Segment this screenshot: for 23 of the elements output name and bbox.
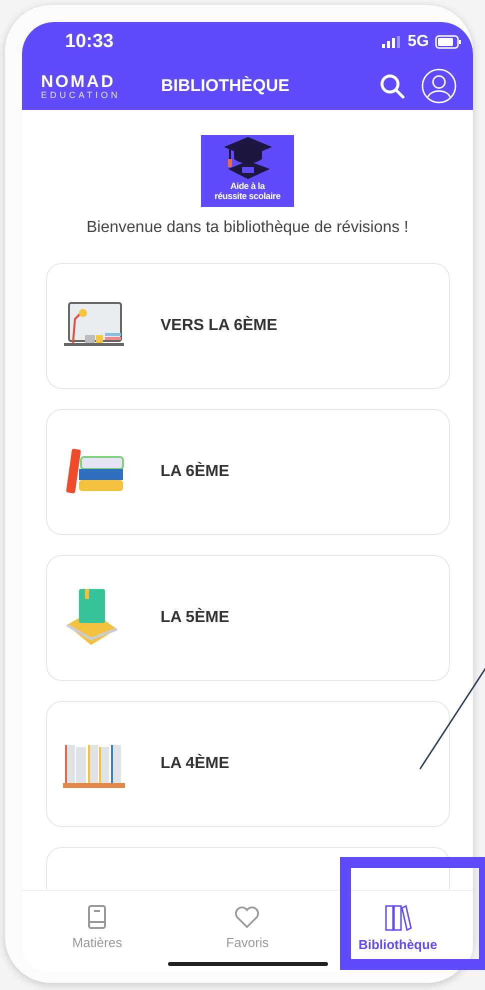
card-title: LA 6ÈME [160, 463, 230, 481]
page-title: BIBLIOTHÈQUE [161, 76, 290, 96]
card-title: LA 4ÈME [160, 755, 230, 773]
level-card[interactable]: LA 4ÈME [46, 701, 450, 827]
card-title: LA 5ÈME [160, 609, 230, 627]
level-card[interactable]: LA 6ÈME [46, 409, 450, 535]
nav-tab[interactable]: Bibliothèque [322, 891, 473, 972]
battery-icon [435, 35, 461, 49]
logo-tagline: EDUCATION [41, 90, 122, 100]
logo-name: NOMAD [41, 72, 116, 90]
profile-icon[interactable] [421, 68, 457, 104]
card-title: VERS LA 6ÈME [160, 317, 278, 335]
book-icon [87, 905, 108, 929]
signal-icon [382, 36, 402, 48]
welcome-text: Bienvenue dans ta bibliothèque de révisions ! [86, 219, 408, 237]
badge-caption: Aide à la réussite scolaire [214, 181, 280, 201]
binders-icon [384, 905, 412, 931]
level-card[interactable]: VERS LA 6ÈME [46, 263, 450, 389]
network-label: 5G [408, 33, 429, 51]
search-icon[interactable] [379, 73, 405, 99]
level-card[interactable]: LA 5ÈME [46, 555, 450, 681]
heart-icon [234, 905, 260, 929]
status-time: 10:33 [65, 31, 114, 53]
